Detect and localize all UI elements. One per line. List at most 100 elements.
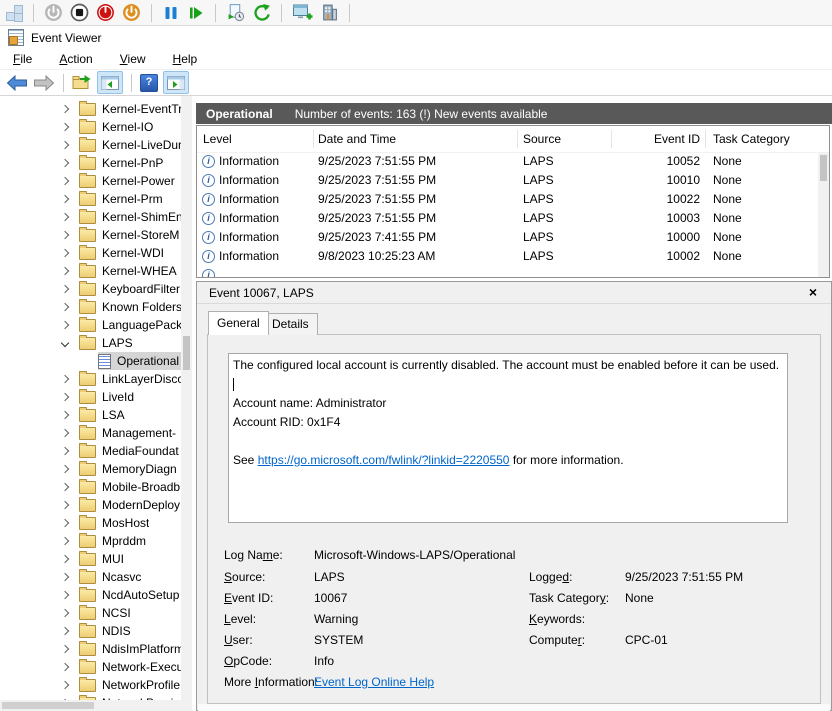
tiles-icon[interactable]: [6, 5, 23, 20]
column-header-eventid[interactable]: Event ID: [611, 126, 700, 152]
event-row-partial[interactable]: [197, 266, 817, 278]
tree-item[interactable]: NCSI: [0, 604, 181, 622]
chevron-right-icon[interactable]: [61, 429, 69, 437]
chevron-right-icon[interactable]: [61, 663, 69, 671]
tree-item[interactable]: MosHost: [0, 514, 181, 532]
tree-item[interactable]: Kernel-IO: [0, 118, 181, 136]
chevron-right-icon[interactable]: [61, 465, 69, 473]
chevron-right-icon[interactable]: [61, 303, 69, 311]
tree-item[interactable]: ModernDeploy: [0, 496, 181, 514]
tree-item[interactable]: Kernel-Prm: [0, 190, 181, 208]
event-log-online-help-link[interactable]: Event Log Online Help: [314, 674, 434, 690]
event-row[interactable]: Information9/25/2023 7:51:55 PMLAPS10022…: [197, 190, 817, 209]
chevron-right-icon[interactable]: [61, 231, 69, 239]
chevron-right-icon[interactable]: [61, 573, 69, 581]
pause-icon[interactable]: [162, 4, 180, 22]
help-icon[interactable]: [140, 74, 158, 92]
column-separator[interactable]: [705, 130, 706, 148]
event-row[interactable]: Information9/25/2023 7:51:55 PMLAPS10052…: [197, 152, 817, 171]
chevron-right-icon[interactable]: [61, 375, 69, 383]
column-separator[interactable]: [611, 130, 612, 148]
tree-item[interactable]: Kernel-WHEA: [0, 262, 181, 280]
tree-item[interactable]: NdisImPlatform: [0, 640, 181, 658]
fwlink-link[interactable]: https://go.microsoft.com/fwlink/?linkid=…: [258, 453, 510, 467]
action-pane-toggle[interactable]: [163, 71, 189, 94]
column-header-date[interactable]: Date and Time: [318, 126, 396, 152]
tree-item[interactable]: Kernel-WDI: [0, 244, 181, 262]
tab-general[interactable]: General: [208, 311, 269, 335]
tree-item[interactable]: MemoryDiagn: [0, 460, 181, 478]
stop-icon[interactable]: [70, 3, 89, 22]
table-scrollbar-thumb[interactable]: [820, 155, 827, 181]
console-tree-toggle[interactable]: [97, 71, 123, 94]
revert-icon[interactable]: [252, 3, 271, 22]
chevron-right-icon[interactable]: [61, 501, 69, 509]
tree-scrollbar[interactable]: [181, 96, 192, 700]
tree-item[interactable]: LanguagePack: [0, 316, 181, 334]
tree-item[interactable]: LinkLayerDisco: [0, 370, 181, 388]
export-icon[interactable]: [72, 74, 92, 91]
chevron-right-icon[interactable]: [61, 591, 69, 599]
chevron-right-icon[interactable]: [61, 249, 69, 257]
forward-icon[interactable]: [33, 75, 55, 91]
tree-item-operational[interactable]: Operational: [0, 352, 181, 370]
tree-item[interactable]: Network-Execu: [0, 658, 181, 676]
display-settings-icon[interactable]: [292, 3, 313, 22]
tree-item[interactable]: LiveId: [0, 388, 181, 406]
tree-item[interactable]: Kernel-EventTr: [0, 100, 181, 118]
vm-settings-icon[interactable]: [320, 3, 339, 22]
resume-icon[interactable]: [187, 4, 205, 22]
chevron-right-icon[interactable]: [61, 321, 69, 329]
chevron-right-icon[interactable]: [61, 393, 69, 401]
event-row[interactable]: Information9/25/2023 7:51:55 PMLAPS10010…: [197, 171, 817, 190]
chevron-right-icon[interactable]: [61, 519, 69, 527]
chevron-right-icon[interactable]: [61, 105, 69, 113]
event-message-box[interactable]: The configured local account is currentl…: [228, 353, 788, 523]
tree-item[interactable]: NcdAutoSetup: [0, 586, 181, 604]
menu-action[interactable]: Action: [55, 50, 96, 68]
event-row[interactable]: Information9/25/2023 7:51:55 PMLAPS10003…: [197, 209, 817, 228]
tree-scrollbar-thumb[interactable]: [183, 336, 190, 370]
column-separator[interactable]: [313, 130, 314, 148]
chevron-right-icon[interactable]: [61, 483, 69, 491]
column-separator[interactable]: [517, 130, 518, 148]
tree-item[interactable]: Ncasvc: [0, 568, 181, 586]
tree-item-laps[interactable]: LAPS: [0, 334, 181, 352]
tree-item[interactable]: Kernel-StoreM: [0, 226, 181, 244]
tree-item[interactable]: Kernel-ShimEn: [0, 208, 181, 226]
tree-item[interactable]: LSA: [0, 406, 181, 424]
tree-item[interactable]: Kernel-Power: [0, 172, 181, 190]
column-header-level[interactable]: Level: [203, 126, 232, 152]
chevron-right-icon[interactable]: [61, 645, 69, 653]
event-row[interactable]: Information9/8/2023 10:25:23 AMLAPS10002…: [197, 247, 817, 266]
chevron-down-icon[interactable]: [61, 339, 69, 347]
tree-item[interactable]: NDIS: [0, 622, 181, 640]
tree-item[interactable]: Mprddm: [0, 532, 181, 550]
tree-item[interactable]: Mobile-Broadb: [0, 478, 181, 496]
tab-details[interactable]: Details: [263, 313, 318, 335]
chevron-right-icon[interactable]: [61, 411, 69, 419]
chevron-right-icon[interactable]: [61, 681, 69, 689]
chevron-right-icon[interactable]: [61, 141, 69, 149]
checkpoint-icon[interactable]: [226, 3, 245, 22]
chevron-right-icon[interactable]: [61, 447, 69, 455]
tree-item[interactable]: MUI: [0, 550, 181, 568]
chevron-right-icon[interactable]: [61, 159, 69, 167]
close-icon[interactable]: [809, 285, 817, 299]
chevron-right-icon[interactable]: [61, 123, 69, 131]
power-off-icon[interactable]: [44, 3, 63, 22]
tree-item[interactable]: MediaFoundat: [0, 442, 181, 460]
column-header-source[interactable]: Source: [523, 126, 561, 152]
chevron-right-icon[interactable]: [61, 537, 69, 545]
tree-horizontal-scrollbar-thumb[interactable]: [2, 702, 94, 709]
tree-item[interactable]: Management-: [0, 424, 181, 442]
shutdown-icon[interactable]: [96, 3, 115, 22]
chevron-right-icon[interactable]: [61, 195, 69, 203]
tree-item[interactable]: Kernel-LiveDur: [0, 136, 181, 154]
back-icon[interactable]: [6, 75, 28, 91]
menu-file[interactable]: File: [9, 50, 36, 68]
tree-item[interactable]: NetworkProfile: [0, 676, 181, 694]
chevron-right-icon[interactable]: [61, 285, 69, 293]
menu-view[interactable]: View: [116, 50, 150, 68]
tree-item[interactable]: Kernel-PnP: [0, 154, 181, 172]
